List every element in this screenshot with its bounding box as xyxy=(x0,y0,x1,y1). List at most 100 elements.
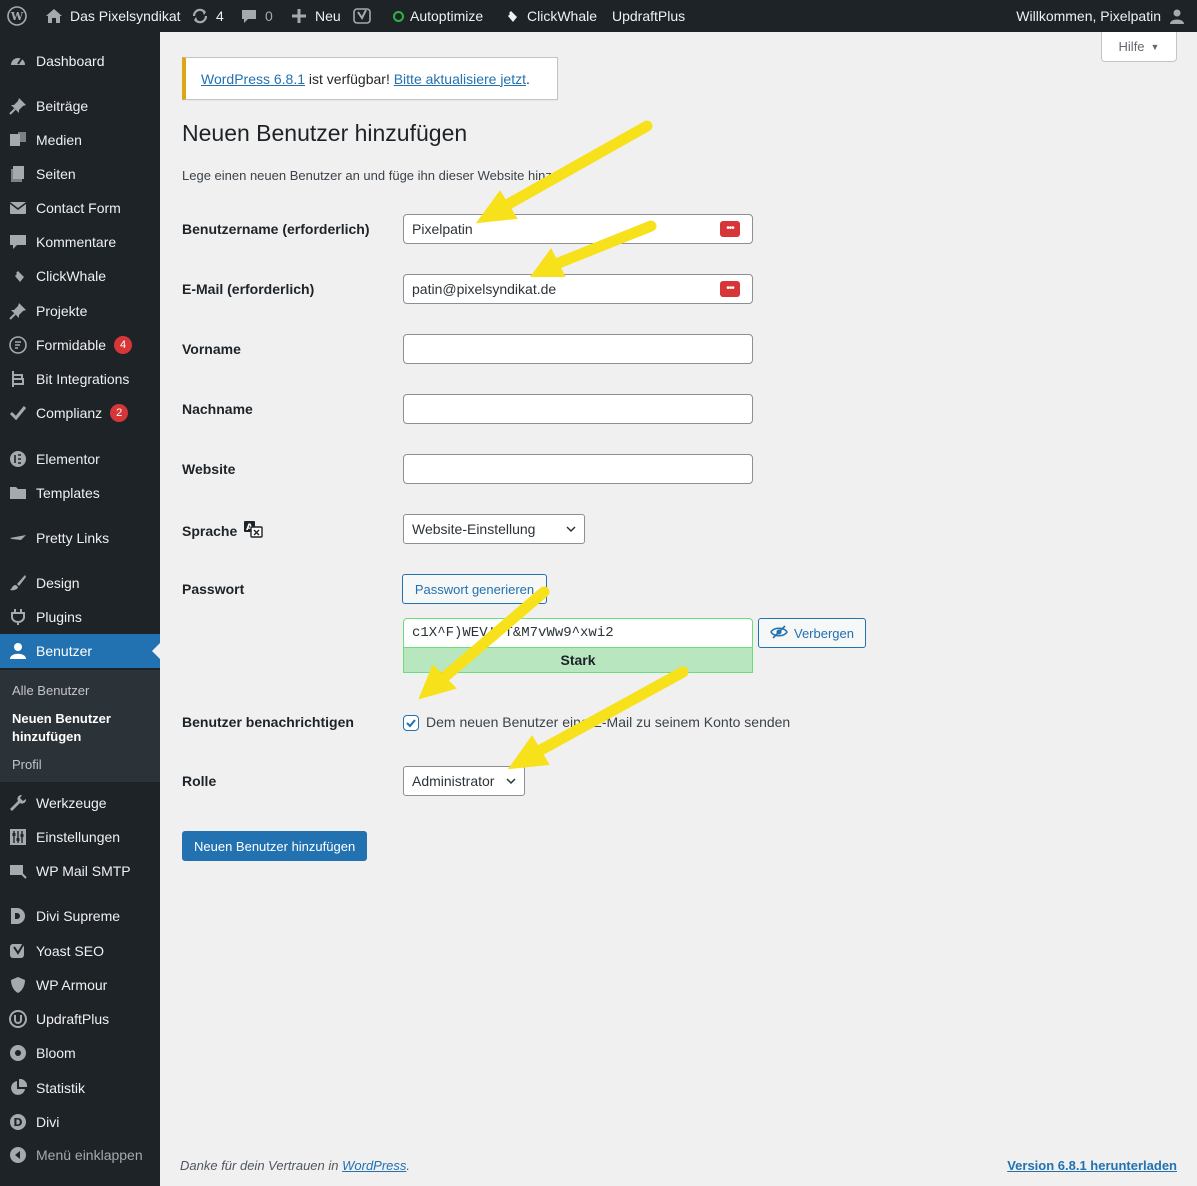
divi-supreme-icon xyxy=(0,907,36,925)
website-field[interactable] xyxy=(403,454,753,484)
sidebar-item-contact-form[interactable]: Contact Form xyxy=(0,191,160,225)
sidebar-item-label: Bit Integrations xyxy=(36,371,130,387)
sidebar-item-bit-integrations[interactable]: Bit Integrations xyxy=(0,362,160,396)
sidebar-item-label: Pretty Links xyxy=(36,530,110,546)
comments-link[interactable]: 0 xyxy=(239,0,273,32)
sidebar-item-formidable[interactable]: Formidable 4 xyxy=(0,328,160,362)
role-select[interactable]: Administrator xyxy=(403,766,525,796)
sidebar-item-updraftplus[interactable]: UpdraftPlus xyxy=(0,1002,160,1036)
language-select[interactable]: Website-Einstellung xyxy=(403,514,585,544)
sidebar-item-design[interactable]: Design xyxy=(0,566,160,600)
clickwhale-icon xyxy=(0,267,36,285)
notify-text[interactable]: Dem neuen Benutzer eine E-Mail zu seinem… xyxy=(426,714,790,730)
sidebar-item-werkzeuge[interactable]: Werkzeuge xyxy=(0,786,160,820)
sidebar-item-wp-mail-smtp[interactable]: WP Mail SMTP xyxy=(0,854,160,888)
wordpress-version-link[interactable]: WordPress 6.8.1 xyxy=(201,71,305,87)
sidebar-item-label: ClickWhale xyxy=(36,268,107,284)
add-new-user-button[interactable]: Neuen Benutzer hinzufügen xyxy=(182,831,368,861)
my-account-link[interactable]: Willkommen, Pixelpatin xyxy=(1016,0,1187,32)
sidebar-item-kommentare[interactable]: Kommentare xyxy=(0,225,160,259)
password-manager-icon[interactable]: ••• xyxy=(720,221,740,237)
arrow-head xyxy=(530,248,566,277)
sidebar-item-seiten[interactable]: Seiten xyxy=(0,157,160,191)
sidebar-item-yoast-seo[interactable]: Yoast SEO xyxy=(0,934,160,968)
collapse-label: Menü einklappen xyxy=(36,1147,143,1163)
clickwhale-link[interactable]: ClickWhale xyxy=(501,0,597,32)
translation-icon: A xyxy=(243,520,263,541)
sidebar-item-clickwhale[interactable]: ClickWhale xyxy=(0,259,160,293)
sidebar-item-bloom[interactable]: Bloom xyxy=(0,1036,160,1070)
footer-version-link[interactable]: Version 6.8.1 herunterladen xyxy=(1007,1158,1177,1173)
sidebar-item-wp-armour[interactable]: WP Armour xyxy=(0,968,160,1002)
wordpress-logo-icon[interactable]: W xyxy=(7,0,27,32)
username-field[interactable]: Pixelpatin ••• xyxy=(403,214,753,244)
update-now-link[interactable]: Bitte aktualisiere jetzt xyxy=(394,71,526,87)
sidebar-item-einstellungen[interactable]: Einstellungen xyxy=(0,820,160,854)
yoast-link[interactable] xyxy=(352,0,372,32)
notify-checkbox[interactable] xyxy=(403,715,419,731)
updates-link[interactable]: 4 xyxy=(190,0,224,32)
username-value: Pixelpatin xyxy=(412,221,473,237)
autoptimize-link[interactable]: Autoptimize xyxy=(393,0,483,32)
sidebar-item-label: Einstellungen xyxy=(36,829,121,845)
generate-password-button[interactable]: Passwort generieren xyxy=(402,574,547,604)
new-content-link[interactable]: Neu xyxy=(289,0,341,32)
sidebar-item-label: Beiträge xyxy=(36,98,89,114)
sidebar-item-label: Kommentare xyxy=(36,234,117,250)
lastname-label: Nachname xyxy=(182,401,253,417)
updates-icon xyxy=(190,6,210,26)
password-manager-icon[interactable]: ••• xyxy=(720,281,740,297)
submenu-item-profile[interactable]: Profil xyxy=(12,756,42,774)
sidebar-item-pretty-links[interactable]: Pretty Links xyxy=(0,521,160,555)
sidebar-item-divi-supreme[interactable]: Divi Supreme xyxy=(0,899,160,933)
check-icon xyxy=(0,404,36,422)
role-label: Rolle xyxy=(182,773,217,789)
page-title: Neuen Benutzer hinzufügen xyxy=(182,120,468,146)
site-name-link[interactable]: Das Pixelsyndikat xyxy=(44,0,181,32)
sidebar-item-label: Divi Supreme xyxy=(36,908,121,924)
hide-password-button[interactable]: Verbergen xyxy=(758,618,866,648)
sidebar-item-elementor[interactable]: Elementor xyxy=(0,442,160,476)
generate-password-label: Passwort generieren xyxy=(414,581,535,597)
caret-down-icon: ▼ xyxy=(1150,41,1160,52)
sidebar-item-label: Contact Form xyxy=(36,200,121,216)
sidebar-item-dashboard[interactable]: Dashboard xyxy=(0,44,160,78)
sidebar-item-statistik[interactable]: Statistik xyxy=(0,1071,160,1105)
updraftplus-link[interactable]: UpdraftPlus xyxy=(612,0,685,32)
sidebar-item-projekte[interactable]: Projekte xyxy=(0,294,160,328)
firstname-field[interactable] xyxy=(403,334,753,364)
password-field[interactable]: c1X^F)WEV!!T&M7vWw9^xwi2 xyxy=(403,618,753,648)
mail-smtp-icon xyxy=(0,862,36,880)
sidebar-item-complianz[interactable]: Complianz 2 xyxy=(0,396,160,430)
hide-label: Verbergen xyxy=(794,625,854,641)
sidebar-item-medien[interactable]: Medien xyxy=(0,123,160,157)
sidebar-item-plugins[interactable]: Plugins xyxy=(0,600,160,634)
sidebar-item-templates[interactable]: Templates xyxy=(0,476,160,510)
submenu-item-add-new-user[interactable]: Neuen Benutzer hinzufügen xyxy=(12,710,132,746)
submenu-item-all-users[interactable]: Alle Benutzer xyxy=(12,682,89,700)
sidebar-item-label: Plugins xyxy=(36,609,82,625)
help-tab-button[interactable]: Hilfe ▼ xyxy=(1101,32,1177,62)
notify-label: Benutzer benachrichtigen xyxy=(182,714,354,730)
sidebar-item-benutzer[interactable]: Benutzer xyxy=(0,634,160,668)
update-notice: WordPress 6.8.1 ist verfügbar! Bitte akt… xyxy=(182,57,558,100)
pie-icon xyxy=(0,1079,36,1097)
footer-wordpress-link[interactable]: WordPress xyxy=(342,1158,406,1173)
collapse-menu-button[interactable]: Menü einklappen xyxy=(0,1138,160,1172)
sidebar-item-label: Divi xyxy=(36,1114,60,1130)
users-submenu: Alle Benutzer Neuen Benutzer hinzufügen … xyxy=(0,670,160,782)
sidebar-item-beitr-ge[interactable]: Beiträge xyxy=(0,89,160,123)
sidebar-item-label: Benutzer xyxy=(36,643,93,659)
pin-icon xyxy=(0,302,36,320)
website-label: Website xyxy=(182,461,236,477)
sidebar-item-label: WP Mail SMTP xyxy=(36,863,131,879)
sidebar-item-divi[interactable]: D Divi xyxy=(0,1105,160,1139)
lastname-field[interactable] xyxy=(403,394,753,424)
sidebar-item-label: Projekte xyxy=(36,303,88,319)
annotation-arrows xyxy=(418,120,689,770)
email-field[interactable]: patin@pixelsyndikat.de ••• xyxy=(403,274,753,304)
autoptimize-label: Autoptimize xyxy=(410,8,484,24)
arrow-head xyxy=(507,735,550,770)
chevron-down-icon xyxy=(566,521,576,537)
clickwhale-icon xyxy=(501,6,521,26)
